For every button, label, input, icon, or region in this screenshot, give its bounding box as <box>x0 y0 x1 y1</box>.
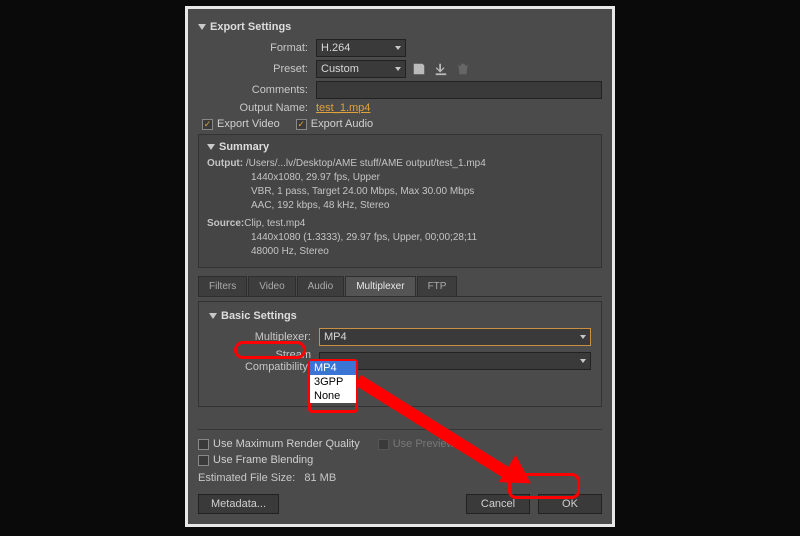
stream-compat-dropdown[interactable] <box>319 352 591 370</box>
multiplexer-label: Multiplexer: <box>209 331 319 343</box>
format-value: H.264 <box>321 42 350 54</box>
est-size-label: Estimated File Size: <box>198 472 295 484</box>
use-previews-label: Use Previews <box>393 438 460 450</box>
source-clip: Clip, test.mp4 <box>244 218 305 229</box>
export-settings-panel: Export Settings Format: H.264 Preset: Cu… <box>185 6 615 527</box>
format-dropdown[interactable]: H.264 <box>316 39 406 57</box>
chevron-down-icon <box>198 24 206 30</box>
option-3gpp[interactable]: 3GPP <box>310 375 356 389</box>
comments-input[interactable] <box>316 81 602 99</box>
export-audio-label: Export Audio <box>311 118 373 130</box>
output-label: Output: <box>207 158 243 169</box>
preset-label: Preset: <box>198 63 316 75</box>
preset-value: Custom <box>321 63 359 75</box>
output-vbr: VBR, 1 pass, Target 24.00 Mbps, Max 30.0… <box>207 185 593 199</box>
tab-multiplexer[interactable]: Multiplexer <box>345 276 415 296</box>
tab-video[interactable]: Video <box>248 276 295 296</box>
summary-box: Summary Output: /Users/...lv/Desktop/AME… <box>198 134 602 268</box>
max-render-label: Use Maximum Render Quality <box>213 438 360 450</box>
source-audio: 48000 Hz, Stereo <box>207 245 593 259</box>
use-previews-checkbox <box>378 439 389 450</box>
stream-compat-label: Stream Compatibility: <box>209 349 319 373</box>
cancel-button[interactable]: Cancel <box>466 494 530 514</box>
summary-title: Summary <box>219 141 269 153</box>
output-name-label: Output Name: <box>198 102 316 114</box>
export-audio-checkbox[interactable]: ✓ <box>296 119 307 130</box>
output-audio: AAC, 192 kbps, 48 kHz, Stereo <box>207 199 593 213</box>
source-label: Source: <box>207 218 244 229</box>
max-render-checkbox[interactable] <box>198 439 209 450</box>
format-label: Format: <box>198 42 316 54</box>
tab-filters[interactable]: Filters <box>198 276 247 296</box>
basic-settings-box: Basic Settings Multiplexer: MP4 Stream C… <box>198 301 602 407</box>
basic-settings-title: Basic Settings <box>221 310 297 322</box>
export-video-checkbox[interactable]: ✓ <box>202 119 213 130</box>
tab-audio[interactable]: Audio <box>297 276 345 296</box>
output-res: 1440x1080, 29.97 fps, Upper <box>207 171 593 185</box>
import-preset-icon[interactable] <box>432 60 450 78</box>
delete-preset-icon <box>454 60 472 78</box>
frame-blend-label: Use Frame Blending <box>213 454 313 466</box>
frame-blend-checkbox[interactable] <box>198 455 209 466</box>
save-preset-icon[interactable] <box>410 60 428 78</box>
chevron-down-icon <box>395 46 401 50</box>
tab-ftp[interactable]: FTP <box>417 276 458 296</box>
basic-settings-header[interactable]: Basic Settings <box>209 310 591 322</box>
multiplexer-value: MP4 <box>324 331 347 343</box>
option-mp4[interactable]: MP4 <box>310 361 356 375</box>
chevron-down-icon <box>207 144 215 150</box>
export-settings-header[interactable]: Export Settings <box>198 21 602 33</box>
comments-label: Comments: <box>198 84 316 96</box>
ok-button[interactable]: OK <box>538 494 602 514</box>
multiplexer-dropdown[interactable]: MP4 <box>319 328 591 346</box>
export-settings-title: Export Settings <box>210 21 291 33</box>
bottom-area: Use Maximum Render Quality Use Previews … <box>188 415 612 524</box>
chevron-down-icon <box>580 359 586 363</box>
chevron-down-icon <box>209 313 217 319</box>
export-video-label: Export Video <box>217 118 280 130</box>
option-none[interactable]: None <box>310 389 356 403</box>
tab-bar: Filters Video Audio Multiplexer FTP <box>198 276 602 297</box>
metadata-button[interactable]: Metadata... <box>198 494 279 514</box>
est-size-value: 81 MB <box>304 472 336 484</box>
chevron-down-icon <box>395 67 401 71</box>
chevron-down-icon <box>580 335 586 339</box>
output-name-link[interactable]: test_1.mp4 <box>316 102 370 114</box>
output-path: /Users/...lv/Desktop/AME stuff/AME outpu… <box>246 158 486 169</box>
multiplexer-options-list: MP4 3GPP None <box>310 361 356 403</box>
preset-dropdown[interactable]: Custom <box>316 60 406 78</box>
source-res: 1440x1080 (1.3333), 29.97 fps, Upper, 00… <box>207 231 593 245</box>
summary-header[interactable]: Summary <box>207 141 593 153</box>
